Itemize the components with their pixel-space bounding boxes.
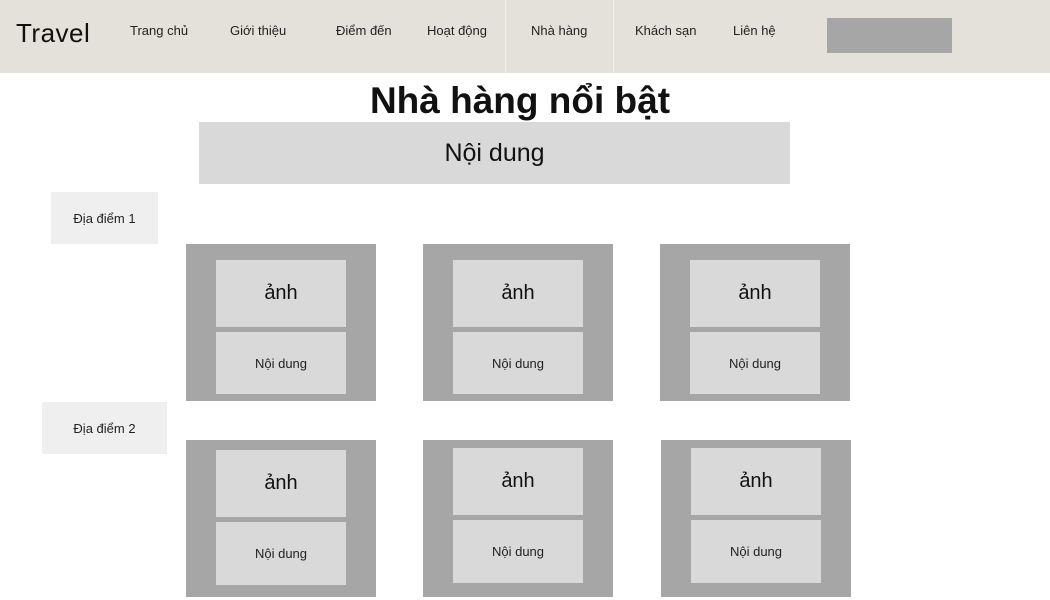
nav-item-nha-hang[interactable]: Nhà hàng bbox=[531, 23, 587, 38]
restaurant-card[interactable]: ảnh Nội dung bbox=[660, 244, 850, 401]
card-image-label: ảnh bbox=[501, 282, 535, 304]
nav-item-gioi-thieu[interactable]: Giới thiệu bbox=[230, 23, 286, 38]
nav-divider bbox=[505, 0, 506, 73]
card-content: Nội dung bbox=[216, 522, 346, 585]
card-content: Nội dung bbox=[453, 520, 583, 583]
card-image-placeholder: ảnh bbox=[453, 260, 583, 327]
search-input[interactable] bbox=[827, 18, 952, 53]
card-content: Nội dung bbox=[216, 332, 346, 394]
navbar: Travel Trang chủ Giới thiệu Điểm đến Hoạ… bbox=[0, 0, 1050, 73]
card-content: Nội dung bbox=[691, 520, 821, 583]
card-content-label: Nội dung bbox=[254, 355, 308, 371]
card-image-placeholder: ảnh bbox=[691, 448, 821, 515]
location-label-1[interactable]: Địa điểm 1 bbox=[51, 192, 158, 244]
card-image-placeholder: ảnh bbox=[690, 260, 820, 327]
card-image-placeholder: ảnh bbox=[216, 260, 346, 327]
location-label-text: Địa điểm 2 bbox=[73, 420, 136, 436]
location-label-2[interactable]: Địa điểm 2 bbox=[42, 402, 167, 454]
intro-content-text: Nội dung bbox=[444, 138, 545, 167]
card-image-label: ảnh bbox=[501, 470, 535, 492]
card-image-label: ảnh bbox=[739, 470, 773, 492]
card-content-label: Nội dung bbox=[729, 544, 783, 559]
restaurant-card[interactable]: ảnh Nội dung bbox=[423, 440, 613, 597]
site-logo[interactable]: Travel bbox=[16, 18, 90, 49]
card-image-label: ảnh bbox=[738, 282, 772, 304]
location-label-text: Địa điểm 1 bbox=[73, 210, 136, 226]
card-image-placeholder: ảnh bbox=[216, 450, 346, 517]
card-image-label: ảnh bbox=[264, 472, 298, 494]
nav-item-diem-den[interactable]: Điểm đến bbox=[336, 23, 392, 38]
nav-item-khach-san[interactable]: Khách sạn bbox=[635, 23, 696, 38]
intro-content-box: Nội dung bbox=[199, 122, 790, 184]
card-image-label: ảnh bbox=[264, 282, 298, 304]
card-content: Nội dung bbox=[690, 332, 820, 394]
nav-item-lien-he[interactable]: Liên hệ bbox=[733, 23, 776, 38]
restaurant-card[interactable]: ảnh Nội dung bbox=[423, 244, 613, 401]
card-content-label: Nội dung bbox=[491, 355, 545, 371]
page-title: Nhà hàng nổi bật bbox=[369, 80, 671, 121]
restaurant-card[interactable]: ảnh Nội dung bbox=[186, 244, 376, 401]
card-content-label: Nội dung bbox=[728, 355, 782, 371]
nav-item-trang-chu[interactable]: Trang chủ bbox=[130, 23, 188, 38]
page: Travel Trang chủ Giới thiệu Điểm đến Hoạ… bbox=[0, 0, 1050, 600]
card-content-label: Nội dung bbox=[491, 544, 545, 559]
card-content-label: Nội dung bbox=[254, 546, 308, 561]
card-content: Nội dung bbox=[453, 332, 583, 394]
nav-divider bbox=[613, 0, 614, 73]
nav-item-hoat-dong[interactable]: Hoạt động bbox=[427, 23, 487, 38]
restaurant-card[interactable]: ảnh Nội dung bbox=[186, 440, 376, 597]
restaurant-card[interactable]: ảnh Nội dung bbox=[661, 440, 851, 597]
card-image-placeholder: ảnh bbox=[453, 448, 583, 515]
